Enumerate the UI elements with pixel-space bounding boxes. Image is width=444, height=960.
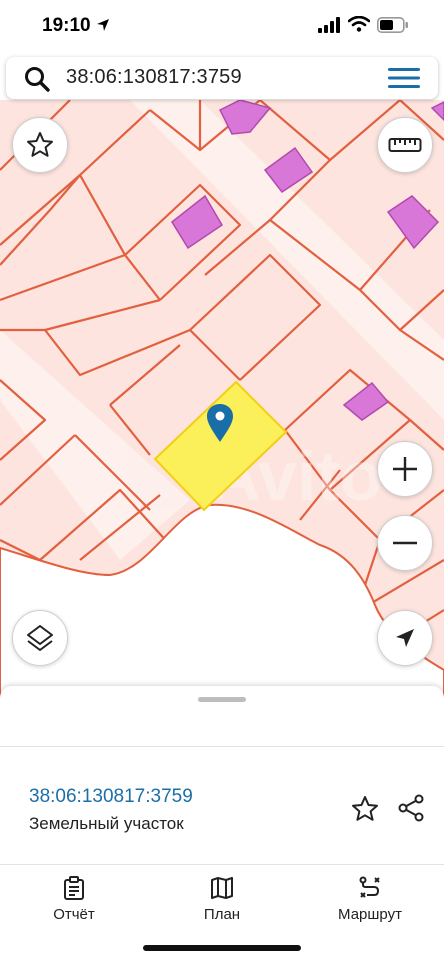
layers-button[interactable] — [12, 610, 68, 666]
home-indicator — [143, 945, 301, 951]
search-input[interactable]: 38:06:130817:3759 — [66, 66, 242, 89]
navigation-arrow-icon — [396, 629, 414, 647]
tab-route-label: Маршрут — [338, 906, 402, 923]
cellular-signal-icon — [318, 17, 340, 33]
parcel-number[interactable]: 38:06:130817:3759 — [29, 786, 193, 808]
battery-icon — [377, 17, 408, 33]
layers-icon — [27, 625, 53, 651]
minus-icon — [393, 541, 417, 545]
sheet-divider — [0, 746, 444, 747]
zoom-in-button[interactable] — [377, 441, 433, 497]
ruler-icon — [388, 138, 422, 152]
zoom-out-button[interactable] — [377, 515, 433, 571]
tab-report[interactable]: Отчёт — [0, 866, 148, 926]
share-icon[interactable] — [396, 793, 426, 823]
map-icon — [211, 877, 233, 899]
search-bar[interactable]: 38:06:130817:3759 — [6, 57, 438, 99]
search-icon[interactable] — [24, 66, 50, 92]
bottom-sheet[interactable]: 38:06:130817:3759 Земельный участок Отчё… — [0, 686, 444, 960]
ruler-button[interactable] — [377, 117, 433, 173]
bottom-tab-bar: Отчёт План Маршрут — [0, 866, 444, 926]
hamburger-menu-icon[interactable] — [388, 67, 420, 89]
star-icon — [27, 132, 53, 157]
clipboard-icon — [64, 876, 84, 900]
route-icon — [359, 876, 380, 898]
status-bar: 19:10 — [0, 0, 444, 52]
tab-plan[interactable]: План — [148, 866, 296, 926]
tabbar-divider — [0, 864, 444, 865]
tab-plan-label: План — [203, 906, 241, 923]
star-icon[interactable] — [350, 794, 380, 824]
wifi-icon — [348, 16, 370, 32]
location-arrow-icon — [97, 19, 109, 31]
sheet-drag-handle[interactable] — [198, 697, 246, 702]
parcel-type: Земельный участок — [29, 814, 184, 833]
app-screen: 19:10 38:06:130817:3759 Avito 38:06:1308… — [0, 0, 444, 960]
tab-report-label: Отчёт — [53, 906, 95, 923]
status-time: 19:10 — [42, 15, 91, 36]
cadastral-map[interactable]: Avito — [0, 100, 444, 700]
map-canvas[interactable]: Avito — [0, 100, 444, 700]
plus-icon — [393, 457, 417, 481]
my-location-button[interactable] — [377, 610, 433, 666]
tab-route[interactable]: Маршрут — [296, 866, 444, 926]
favorite-map-button[interactable] — [12, 117, 68, 173]
